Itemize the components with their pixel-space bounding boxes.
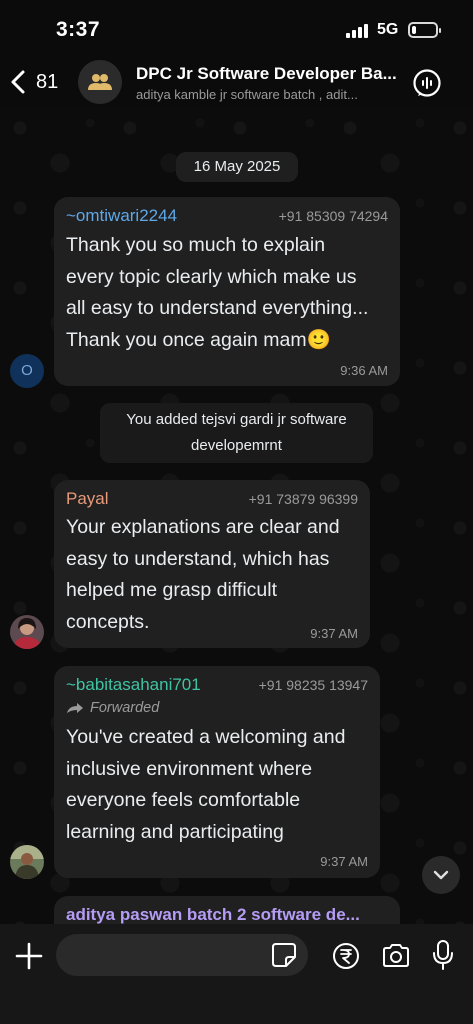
message-text: Thank you so much to explain every topic…	[66, 234, 369, 351]
avatar[interactable]: O	[10, 354, 44, 388]
message-text: You've created a welcoming and inclusive…	[66, 726, 346, 843]
message-time: 9:37 AM	[310, 626, 358, 641]
sender-phone: +91 98235 13947	[258, 677, 368, 693]
rupee-icon[interactable]	[332, 942, 360, 970]
forward-arrow-icon	[67, 703, 83, 713]
sender-name[interactable]: ~omtiwari2244	[66, 206, 177, 226]
unread-count: 81	[36, 70, 59, 93]
scroll-to-bottom-button[interactable]	[422, 856, 460, 894]
chevron-down-icon	[433, 870, 449, 880]
profile-photo	[10, 615, 44, 649]
group-people-icon	[88, 74, 112, 90]
group-members[interactable]: aditya kamble jr software batch , adit..…	[136, 87, 402, 102]
message-text: Your explanations are clear and easy to …	[66, 516, 340, 633]
message-bubble[interactable]: ~babitasahani701 +91 98235 13947 Forward…	[54, 666, 380, 878]
sender-name[interactable]: Payal	[66, 489, 109, 509]
battery-icon	[408, 22, 441, 38]
plus-icon[interactable]	[14, 941, 44, 971]
message-time: 9:36 AM	[340, 363, 388, 378]
date-separator: 16 May 2025	[176, 152, 298, 182]
group-avatar[interactable]	[78, 60, 122, 104]
back-button[interactable]: 81	[8, 66, 58, 98]
avatar[interactable]	[10, 845, 44, 879]
group-title[interactable]: DPC Jr Software Developer Ba...	[136, 64, 402, 84]
sender-name[interactable]: ~babitasahani701	[66, 675, 201, 695]
camera-icon[interactable]	[381, 942, 411, 970]
microphone-icon[interactable]	[432, 939, 454, 971]
status-time: 3:37	[56, 18, 101, 41]
chat-header: 81 DPC Jr Software Developer Ba... adity…	[0, 56, 473, 108]
chevron-left-icon	[11, 70, 25, 94]
voice-call-icon[interactable]	[412, 68, 442, 98]
message-input-bar	[0, 924, 473, 1024]
status-bar: 3:37 5G	[0, 0, 473, 56]
message-bubble[interactable]: ~omtiwari2244 +91 85309 74294 Thank you …	[54, 197, 400, 386]
signal-icon	[346, 24, 370, 38]
network-type: 5G	[377, 21, 399, 38]
sender-phone: +91 73879 96399	[248, 491, 358, 507]
message-time: 9:37 AM	[320, 854, 368, 869]
battery-level	[412, 26, 416, 34]
system-message: You added tejsvi gardi jr software devel…	[100, 403, 373, 463]
sticker-icon[interactable]	[271, 942, 297, 968]
sender-phone: +91 85309 74294	[278, 208, 388, 224]
avatar[interactable]	[10, 615, 44, 649]
profile-photo	[10, 845, 44, 879]
sender-name[interactable]: aditya paswan batch 2 software de...	[66, 905, 388, 925]
message-bubble[interactable]: Payal +91 73879 96399 Your explanations …	[54, 480, 370, 648]
forwarded-label: Forwarded	[66, 700, 159, 716]
